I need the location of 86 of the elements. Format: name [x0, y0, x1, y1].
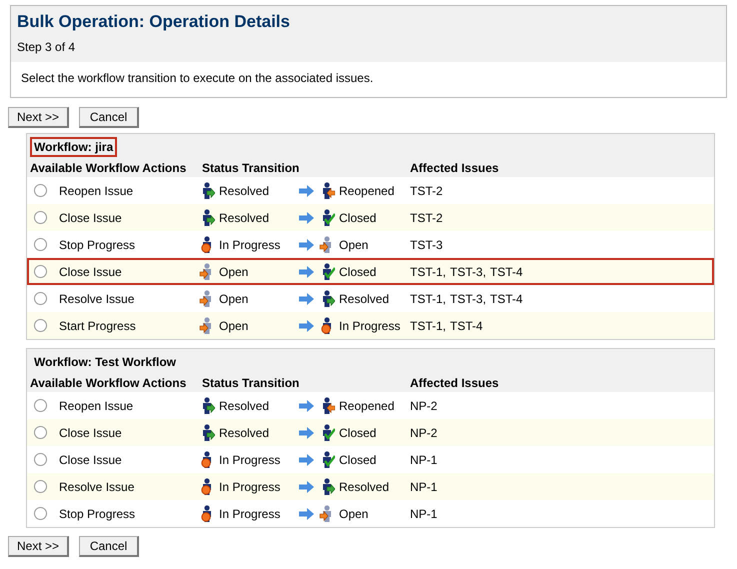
- action-label: Stop Progress: [59, 506, 136, 520]
- next-button[interactable]: Next >>: [8, 107, 70, 128]
- radio-button[interactable]: [34, 453, 47, 466]
- status-label: In Progress: [219, 452, 280, 466]
- right-arrow-icon: [299, 238, 314, 250]
- status-label: Resolved: [219, 426, 270, 440]
- issue-key: TST-3,: [450, 292, 486, 306]
- action-label: Close Issue: [59, 452, 122, 466]
- column-header: Available Workflow Actions: [27, 157, 199, 177]
- instructions: Select the workflow transition to execute on the associated issues.: [20, 70, 374, 87]
- issue-key: TST-1,: [410, 318, 446, 332]
- issue-key: NP-2: [410, 426, 438, 440]
- issue-key: TST-1,: [410, 264, 446, 278]
- step-label: Step 3 of 4: [17, 40, 76, 54]
- status-label: In Progress: [219, 506, 280, 520]
- radio-button[interactable]: [34, 507, 47, 520]
- issue-key: NP-2: [410, 398, 438, 412]
- right-arrow-icon: [299, 480, 314, 492]
- issue-key: TST-2: [410, 210, 443, 224]
- status-label: Resolved: [219, 184, 270, 198]
- status-label: Resolved: [219, 210, 270, 224]
- issue-key: NP-1: [410, 506, 438, 520]
- right-arrow-icon: [299, 266, 314, 278]
- status-label: Closed: [339, 452, 376, 466]
- action-label: Close Issue: [59, 426, 122, 440]
- cancel-button[interactable]: Cancel: [79, 536, 140, 557]
- right-arrow-icon: [299, 426, 314, 438]
- right-arrow-icon: [299, 320, 314, 332]
- action-label: Reopen Issue: [59, 398, 134, 412]
- workflow-title: Workflow: Test Workflow: [33, 354, 178, 371]
- action-label: Reopen Issue: [59, 184, 134, 198]
- radio-button[interactable]: [34, 211, 47, 224]
- issue-key: NP-1: [410, 480, 438, 494]
- action-label: Stop Progress: [59, 238, 136, 252]
- issue-key: TST-3: [410, 238, 443, 252]
- status-label: Reopened: [339, 398, 394, 412]
- radio-button[interactable]: [34, 265, 47, 278]
- status-label: Open: [339, 238, 368, 252]
- right-arrow-icon: [299, 212, 314, 224]
- issue-key: TST-1,: [410, 292, 446, 306]
- radio-button[interactable]: [34, 399, 47, 412]
- cancel-button[interactable]: Cancel: [79, 107, 140, 128]
- workflow-title: Workflow: jira: [30, 137, 118, 157]
- action-label: Close Issue: [59, 210, 122, 224]
- issue-key: TST-4: [490, 264, 523, 278]
- radio-button[interactable]: [34, 480, 47, 493]
- status-label: Open: [219, 264, 248, 278]
- issue-key: TST-3,: [450, 264, 486, 278]
- status-label: Closed: [339, 210, 376, 224]
- right-arrow-icon: [299, 508, 314, 520]
- status-label: Reopened: [339, 184, 394, 198]
- issue-key: TST-4: [450, 318, 483, 332]
- radio-button[interactable]: [34, 238, 47, 251]
- issue-key: TST-4: [490, 292, 523, 306]
- status-label: In Progress: [339, 318, 400, 332]
- column-header: Available Workflow Actions: [27, 372, 199, 392]
- next-button[interactable]: Next >>: [8, 536, 70, 557]
- status-label: Resolved: [339, 480, 390, 494]
- status-label: Open: [339, 506, 368, 520]
- page-title: Bulk Operation: Operation Details: [17, 12, 291, 32]
- status-label: In Progress: [219, 238, 280, 252]
- status-label: Closed: [339, 426, 376, 440]
- status-label: Open: [219, 292, 248, 306]
- issue-key: NP-1: [410, 452, 438, 466]
- status-label: In Progress: [219, 480, 280, 494]
- right-arrow-icon: [299, 454, 314, 466]
- status-label: Open: [219, 318, 248, 332]
- radio-button[interactable]: [34, 426, 47, 439]
- right-arrow-icon: [299, 184, 314, 196]
- radio-button[interactable]: [34, 319, 47, 332]
- column-header: Affected Issues: [407, 157, 714, 177]
- action-label: Close Issue: [59, 264, 122, 278]
- action-label: Start Progress: [59, 318, 136, 332]
- action-label: Resolve Issue: [59, 480, 134, 494]
- column-header: Affected Issues: [407, 372, 714, 392]
- column-header: Status Transition: [199, 372, 407, 392]
- issue-key: TST-2: [410, 184, 443, 198]
- column-header: Status Transition: [199, 157, 407, 177]
- action-label: Resolve Issue: [59, 292, 134, 306]
- right-arrow-icon: [299, 400, 314, 412]
- radio-button[interactable]: [34, 292, 47, 305]
- status-label: Closed: [339, 264, 376, 278]
- right-arrow-icon: [299, 292, 314, 304]
- status-label: Resolved: [339, 292, 390, 306]
- status-label: Resolved: [219, 398, 270, 412]
- radio-button[interactable]: [34, 184, 47, 197]
